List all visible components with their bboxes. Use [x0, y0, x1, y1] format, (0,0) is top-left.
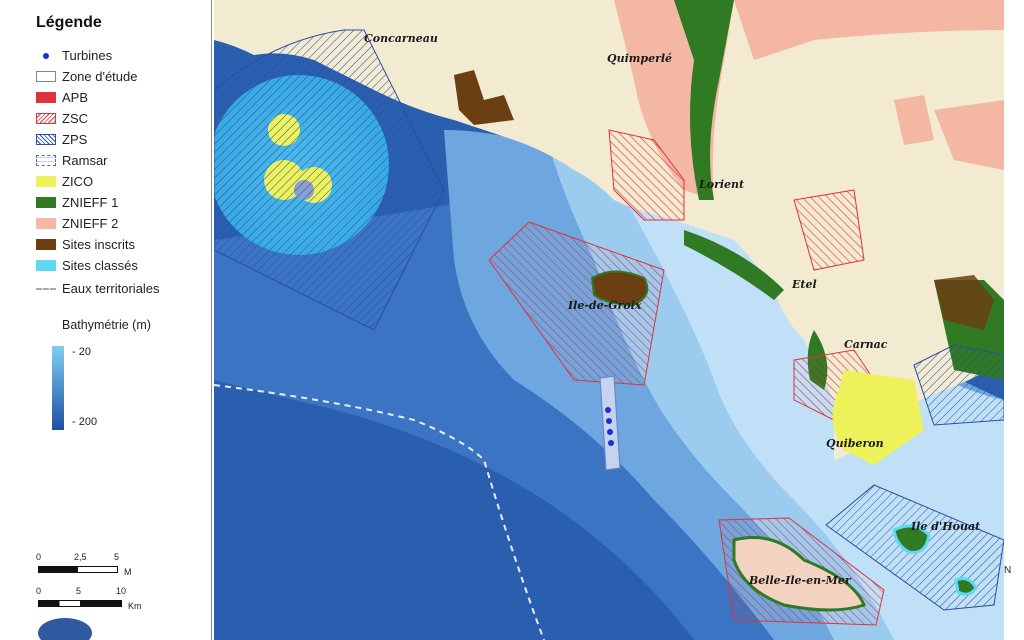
znieff1-swatch-icon [36, 196, 56, 208]
legend-item-znieff2: ZNIEFF 2 [36, 214, 118, 232]
place-label: Etel [792, 278, 817, 291]
legend-item-sites-inscrits: Sites inscrits [36, 235, 135, 253]
turbine-dot-icon [36, 50, 56, 61]
place-label: Ile d'Houat [911, 520, 981, 533]
turbine-1 [605, 407, 611, 413]
zico-swatch-icon [36, 175, 56, 187]
place-label: Quiberon [826, 437, 884, 450]
legend-item-sites-classes: Sites classés [36, 256, 138, 274]
place-label: Concarneau [364, 32, 438, 45]
legend-item-turbines: Turbines [36, 46, 112, 64]
legend-item-zsc: ZSC [36, 109, 88, 127]
map-view[interactable]: Concarneau Quimperlé Lorient Ile-de-Groi… [214, 0, 1004, 640]
bathymetry-title: Bathymétrie (m) [62, 318, 151, 332]
legend-item-ramsar: Ramsar [36, 151, 108, 169]
apb-swatch-icon [36, 91, 56, 103]
map-right-margin [1004, 0, 1024, 640]
scale-bar-miles: 0 2,5 5 M [36, 552, 132, 577]
legend-item-zico: ZICO [36, 172, 93, 190]
turbine-3 [607, 429, 613, 435]
place-label: Belle-Ile-en-Mer [749, 574, 851, 587]
place-label: Lorient [699, 178, 745, 191]
legend-title: Légende [36, 14, 102, 31]
bathymetry-color-bar [52, 346, 64, 430]
organization-logo [38, 618, 92, 640]
territorial-waters-line-icon [36, 283, 56, 294]
sites-classes-swatch-icon [36, 259, 56, 271]
place-label: Ile-de-Groix [568, 299, 642, 312]
study-zone-swatch-icon [36, 70, 56, 82]
zsc-hatch-icon [36, 112, 56, 124]
legend-item-zps: ZPS [36, 130, 87, 148]
legend-item-znieff1: ZNIEFF 1 [36, 193, 118, 211]
place-label: Quimperlé [607, 52, 673, 65]
znieff2-swatch-icon [36, 217, 56, 229]
map-canvas [214, 0, 1004, 640]
ramsar-swatch-icon [36, 154, 56, 166]
scale-bar-km: 0 5 10 Km [36, 586, 142, 611]
legend-item-eaux-territoriales: Eaux territoriales [36, 279, 160, 297]
legend-item-apb: APB [36, 88, 88, 106]
turbine-2 [606, 418, 612, 424]
bathymetry-min-label: - 20 [72, 346, 91, 358]
north-arrow-label: N [1004, 565, 1012, 576]
bathymetry-max-label: - 200 [72, 416, 98, 428]
turbine-4 [608, 440, 614, 446]
zps-hatch-icon [36, 133, 56, 145]
legend-item-zone-etude: Zone d'étude [36, 67, 138, 85]
place-label: Carnac [844, 338, 888, 351]
legend-panel: Légende Turbines Zone d'étude APB ZSC ZP… [0, 0, 212, 640]
sites-inscrits-swatch-icon [36, 238, 56, 250]
